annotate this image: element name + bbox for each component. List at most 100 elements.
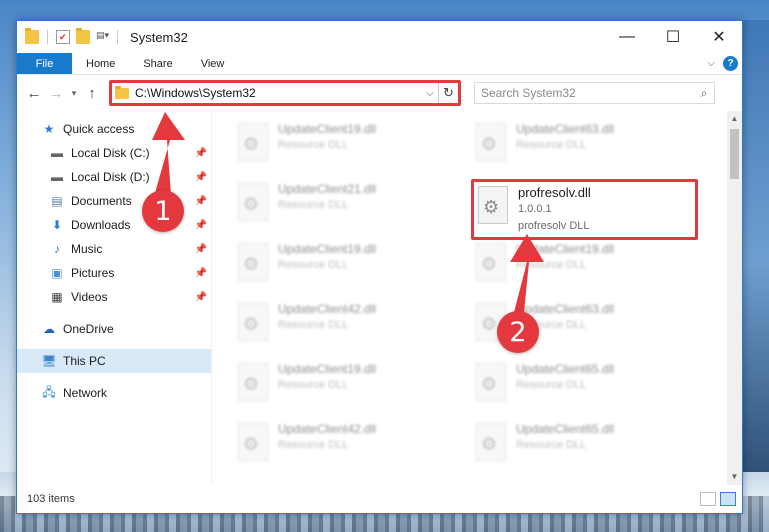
computer-icon: 🖥 (41, 354, 57, 368)
file-type: Resource DLL (516, 379, 587, 391)
search-input[interactable]: Search System32 ⌕ (474, 82, 715, 104)
tab-home[interactable]: Home (72, 53, 129, 74)
status-bar: 103 items (17, 485, 742, 513)
folder-icon (25, 28, 39, 44)
address-path[interactable]: C:\Windows\System32 (135, 86, 256, 100)
expand-ribbon-icon[interactable]: ⌵ (707, 58, 715, 69)
network-icon: 🖧 (42, 384, 56, 399)
nav-item-pictures[interactable]: ▣ Pictures 📌 (17, 261, 211, 285)
pin-icon[interactable]: 📌 (195, 244, 207, 255)
nav-item-onedrive[interactable]: ☁ OneDrive (17, 317, 211, 341)
file-type: Resource DLL (278, 439, 349, 451)
scroll-up-icon[interactable]: ▲ (727, 111, 742, 127)
file-list: UpdateClient19.dll Resource DLL UpdateCli… (211, 111, 742, 485)
nav-item-videos[interactable]: ▦ Videos 📌 (17, 285, 211, 309)
pin-icon[interactable]: 📌 (195, 220, 207, 231)
ribbon-tabs: File Home Share View ⌵ ? (17, 53, 742, 75)
nav-item-network[interactable]: 🖧 Network (17, 381, 211, 405)
file-tile[interactable]: UpdateClient19.dll Resource DLL (234, 239, 454, 295)
nav-item-label: Videos (71, 290, 108, 304)
file-tile[interactable]: UpdateClient63.dll Resource DLL (472, 119, 692, 175)
documents-icon: ▤ (51, 194, 63, 208)
nav-item-label: Documents (71, 194, 132, 208)
recent-locations-chevron-icon[interactable]: ▾ (67, 88, 81, 99)
file-description: profresolv DLL (518, 220, 590, 232)
dll-file-icon (238, 183, 268, 221)
pictures-icon: ▣ (51, 266, 63, 280)
pin-icon[interactable]: 📌 (195, 148, 207, 159)
drive-icon: ▬ (51, 146, 63, 160)
file-tile[interactable]: UpdateClient21.dll Resource DLL (234, 179, 454, 235)
back-arrow-icon[interactable]: ← (23, 85, 45, 102)
nav-item-local-disk-c[interactable]: ▬ Local Disk (C:) 📌 (17, 141, 211, 165)
pin-icon[interactable]: 📌 (195, 172, 207, 183)
file-type: Resource DLL (278, 379, 349, 391)
dll-file-icon (476, 363, 506, 401)
refresh-icon[interactable]: ↻ (438, 83, 458, 103)
dll-file-icon (238, 243, 268, 281)
close-button[interactable]: ✕ (696, 21, 742, 53)
scroll-down-icon[interactable]: ▼ (727, 469, 742, 485)
file-name: UpdateClient42.dll (278, 422, 377, 436)
tiles-view-icon[interactable] (720, 492, 736, 506)
file-name: UpdateClient19.dll (278, 362, 377, 376)
file-name: UpdateClient19.dll (516, 242, 615, 256)
file-name: UpdateClient42.dll (278, 302, 377, 316)
scrollbar-thumb[interactable] (730, 129, 739, 179)
up-arrow-icon[interactable]: ↑ (81, 85, 103, 102)
customize-toolbar-icon[interactable]: ▤▾ (96, 30, 109, 44)
nav-item-this-pc[interactable]: 🖥 This PC (17, 349, 211, 373)
pin-icon[interactable]: 📌 (195, 196, 207, 207)
details-view-icon[interactable] (700, 492, 716, 506)
file-tile[interactable]: UpdateClient42.dll Resource DLL (234, 419, 454, 475)
pin-icon[interactable]: 📌 (195, 292, 207, 303)
address-bar[interactable]: C:\Windows\System32 ⌵ ↻ (109, 80, 461, 106)
tab-share[interactable]: Share (129, 53, 186, 74)
help-icon[interactable]: ? (723, 56, 738, 71)
chevron-down-icon[interactable]: ⌵ (422, 88, 438, 99)
tab-file[interactable]: File (17, 53, 72, 74)
file-tile[interactable]: UpdateClient65.dll Resource DLL (472, 419, 692, 475)
file-type: Resource DLL (278, 259, 349, 271)
nav-item-local-disk-d[interactable]: ▬ Local Disk (D:) 📌 (17, 165, 211, 189)
new-folder-icon[interactable] (76, 28, 90, 44)
minimize-button[interactable]: — (604, 21, 650, 53)
search-placeholder: Search System32 (481, 86, 576, 100)
pin-icon[interactable]: 📌 (195, 268, 207, 279)
dll-file-icon (478, 186, 508, 224)
file-tile[interactable]: UpdateClient19.dll Resource DLL (234, 119, 454, 175)
main-content: ★ Quick access ▬ Local Disk (C:) 📌 ▬ Loc… (17, 111, 742, 485)
file-type: Resource DLL (278, 139, 349, 151)
title-bar: ✔ ▤▾ System32 — ☐ ✕ (17, 21, 742, 53)
file-tile[interactable]: UpdateClient65.dll Resource DLL (472, 359, 692, 415)
download-icon: ⬇ (51, 218, 63, 232)
step-badge-2: 2 (497, 311, 539, 353)
nav-item-label: Local Disk (D:) (71, 170, 150, 184)
item-count: 103 items (27, 493, 75, 505)
maximize-button[interactable]: ☐ (650, 21, 696, 53)
file-name: UpdateClient19.dll (278, 122, 377, 136)
file-type: Resource DLL (516, 259, 587, 271)
file-type: Resource DLL (516, 139, 587, 151)
window-controls: — ☐ ✕ (604, 21, 742, 53)
forward-arrow-icon[interactable]: → (45, 85, 67, 102)
file-tile-profresolv[interactable]: profresolv.dll 1.0.0.1 profresolv DLL (471, 179, 698, 240)
search-icon: ⌕ (700, 85, 708, 100)
nav-item-music[interactable]: ♪ Music 📌 (17, 237, 211, 261)
vertical-scrollbar[interactable]: ▲ ▼ (727, 111, 742, 485)
file-tile[interactable]: UpdateClient19.dll Resource DLL (472, 239, 692, 295)
properties-icon[interactable]: ✔ (56, 30, 70, 44)
file-tile[interactable]: UpdateClient42.dll Resource DLL (234, 299, 454, 355)
navigation-pane: ★ Quick access ▬ Local Disk (C:) 📌 ▬ Loc… (17, 111, 211, 485)
dll-file-icon (238, 303, 268, 341)
nav-item-quick-access[interactable]: ★ Quick access (17, 117, 211, 141)
dll-file-icon (238, 423, 268, 461)
nav-item-label: OneDrive (63, 322, 114, 336)
dll-file-icon (238, 363, 268, 401)
file-tile[interactable]: UpdateClient19.dll Resource DLL (234, 359, 454, 415)
nav-item-label: Pictures (71, 266, 115, 280)
tab-view[interactable]: View (187, 53, 239, 74)
drive-icon: ▬ (51, 170, 63, 184)
file-name: UpdateClient19.dll (278, 242, 377, 256)
